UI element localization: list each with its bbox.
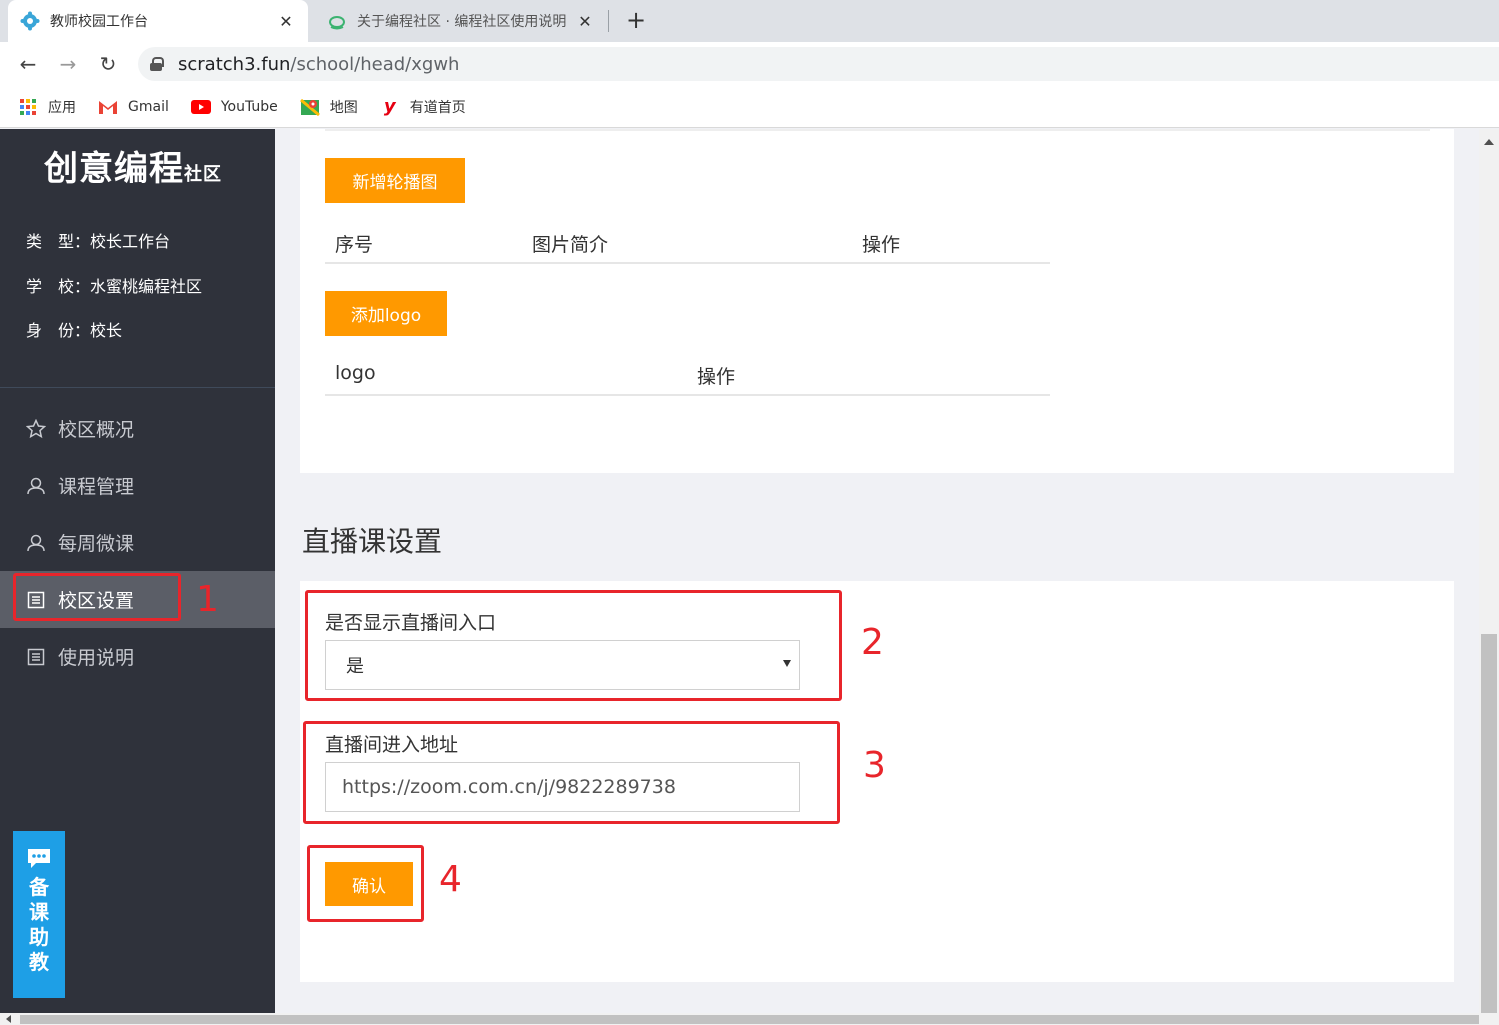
assistant-label: 备课助教 [29, 875, 49, 974]
close-icon[interactable]: ✕ [276, 12, 296, 31]
vertical-scrollbar[interactable] [1479, 129, 1499, 1013]
info-school: 学 校：水蜜桃编程社区 [26, 273, 202, 297]
annotation-number-1: 1 [196, 579, 219, 620]
bookmark-label: YouTube [220, 98, 278, 115]
annotation-number-3: 3 [863, 745, 886, 786]
forward-icon[interactable]: → [54, 50, 82, 78]
annotation-box-2 [305, 590, 842, 701]
bookmark-label: Gmail [128, 98, 169, 115]
new-tab-button[interactable]: + [622, 6, 650, 34]
column-header: 操作 [862, 234, 901, 256]
browser-toolbar: ← → ↻ scratch3.fun/school/head/xgwh [0, 42, 1499, 86]
annotation-number-4: 4 [439, 859, 462, 900]
user-icon [26, 533, 46, 553]
scrollbar-thumb[interactable] [1481, 634, 1497, 1013]
column-header: 操作 [697, 366, 736, 388]
add-carousel-button[interactable]: 新增轮播图 [325, 158, 465, 203]
address-bar[interactable]: scratch3.fun/school/head/xgwh [138, 47, 1499, 81]
logo-sub: 社区 [184, 164, 222, 185]
carousel-logo-card: 新增轮播图 序号 图片简介 操作 添加logo logo 操作 [300, 129, 1454, 473]
bookmarks-bar: 应用 Gmail YouTube 地图 y 有道首页 [0, 86, 1499, 128]
info-label: 身 份： [26, 321, 91, 340]
annotation-box-1 [13, 573, 181, 621]
info-label: 学 校： [26, 277, 91, 296]
bookmark-maps[interactable]: 地图 [299, 97, 358, 117]
reload-icon[interactable]: ↻ [94, 50, 122, 78]
lock-icon [150, 57, 164, 71]
sidebar-item-campus-overview[interactable]: 校区概况 [0, 400, 275, 457]
column-header: 序号 [335, 234, 374, 256]
logo-main: 创意编程 [44, 149, 184, 189]
column-header: 图片简介 [532, 234, 609, 256]
back-icon[interactable]: ← [14, 50, 42, 78]
info-label: 类 型： [26, 232, 91, 251]
annotation-box-4 [307, 845, 424, 922]
annotation-number-2: 2 [861, 622, 884, 663]
bookmark-label: 地图 [329, 99, 358, 116]
user-icon [26, 476, 46, 496]
browser-tabbar: 教师校园工作台 ✕ 关于编程社区 · 编程社区使用说明 ✕ + [0, 0, 1499, 42]
site-logo[interactable]: 创意编程社区 [44, 141, 222, 190]
sidebar-item-label: 校区概况 [58, 419, 135, 441]
sidebar-item-instructions[interactable]: 使用说明 [0, 628, 275, 685]
sidebar-item-course-management[interactable]: 课程管理 [0, 457, 275, 514]
sidebar-item-label: 课程管理 [58, 476, 135, 498]
url-path: /school/head/xgwh [290, 53, 460, 75]
info-value: 校长工作台 [90, 232, 171, 251]
column-header: logo [335, 362, 376, 384]
scroll-left-icon[interactable] [6, 1015, 11, 1023]
bookmark-apps[interactable]: 应用 [18, 97, 76, 117]
bookmark-label: 有道首页 [409, 99, 466, 116]
tab-community-guide[interactable]: 关于编程社区 · 编程社区使用说明 ✕ [315, 0, 607, 42]
divider [325, 129, 1430, 131]
youdao-icon: y [383, 96, 396, 117]
scroll-up-icon[interactable] [1484, 139, 1494, 145]
youtube-icon [190, 97, 211, 117]
tab-teacher-workbench[interactable]: 教师校园工作台 ✕ [8, 0, 308, 42]
lesson-assistant-button[interactable]: 备课助教 [13, 831, 65, 998]
scrollbar-thumb[interactable] [20, 1015, 1479, 1024]
close-icon[interactable]: ✕ [575, 12, 595, 31]
tab-title: 教师校园工作台 [50, 14, 148, 30]
horizontal-scrollbar[interactable] [0, 1013, 1499, 1025]
maps-icon [299, 97, 320, 117]
sidebar-divider [0, 387, 275, 388]
sidebar-item-label: 使用说明 [58, 647, 135, 669]
tab-title: 关于编程社区 · 编程社区使用说明 [357, 14, 567, 30]
document-icon [26, 647, 46, 667]
star-icon [26, 418, 46, 439]
chat-icon [26, 847, 52, 869]
apps-grid-icon [18, 97, 38, 117]
tab-separator [608, 10, 609, 32]
carousel-table-header: 序号 图片简介 操作 [325, 218, 1050, 264]
bookmark-label: 应用 [48, 99, 76, 116]
bookmark-youdao[interactable]: y 有道首页 [380, 96, 466, 117]
logo-table-header: logo 操作 [325, 350, 1050, 396]
url-host: scratch3.fun [178, 53, 291, 75]
page-section-title: 直播课设置 [302, 525, 443, 558]
info-type: 类 型：校长工作台 [26, 228, 170, 252]
bookmark-gmail[interactable]: Gmail [98, 97, 169, 117]
sidebar-item-label: 每周微课 [58, 533, 135, 555]
cloud-icon [327, 11, 347, 31]
info-role: 身 份：校长 [26, 317, 122, 341]
sidebar-item-weekly-microclass[interactable]: 每周微课 [0, 514, 275, 571]
info-value: 水蜜桃编程社区 [90, 277, 203, 296]
annotation-box-3 [303, 721, 840, 824]
info-value: 校长 [90, 321, 123, 340]
gear-flower-icon [20, 11, 40, 31]
add-logo-button[interactable]: 添加logo [325, 291, 447, 336]
gmail-icon [98, 97, 118, 117]
bookmark-youtube[interactable]: YouTube [190, 97, 278, 117]
